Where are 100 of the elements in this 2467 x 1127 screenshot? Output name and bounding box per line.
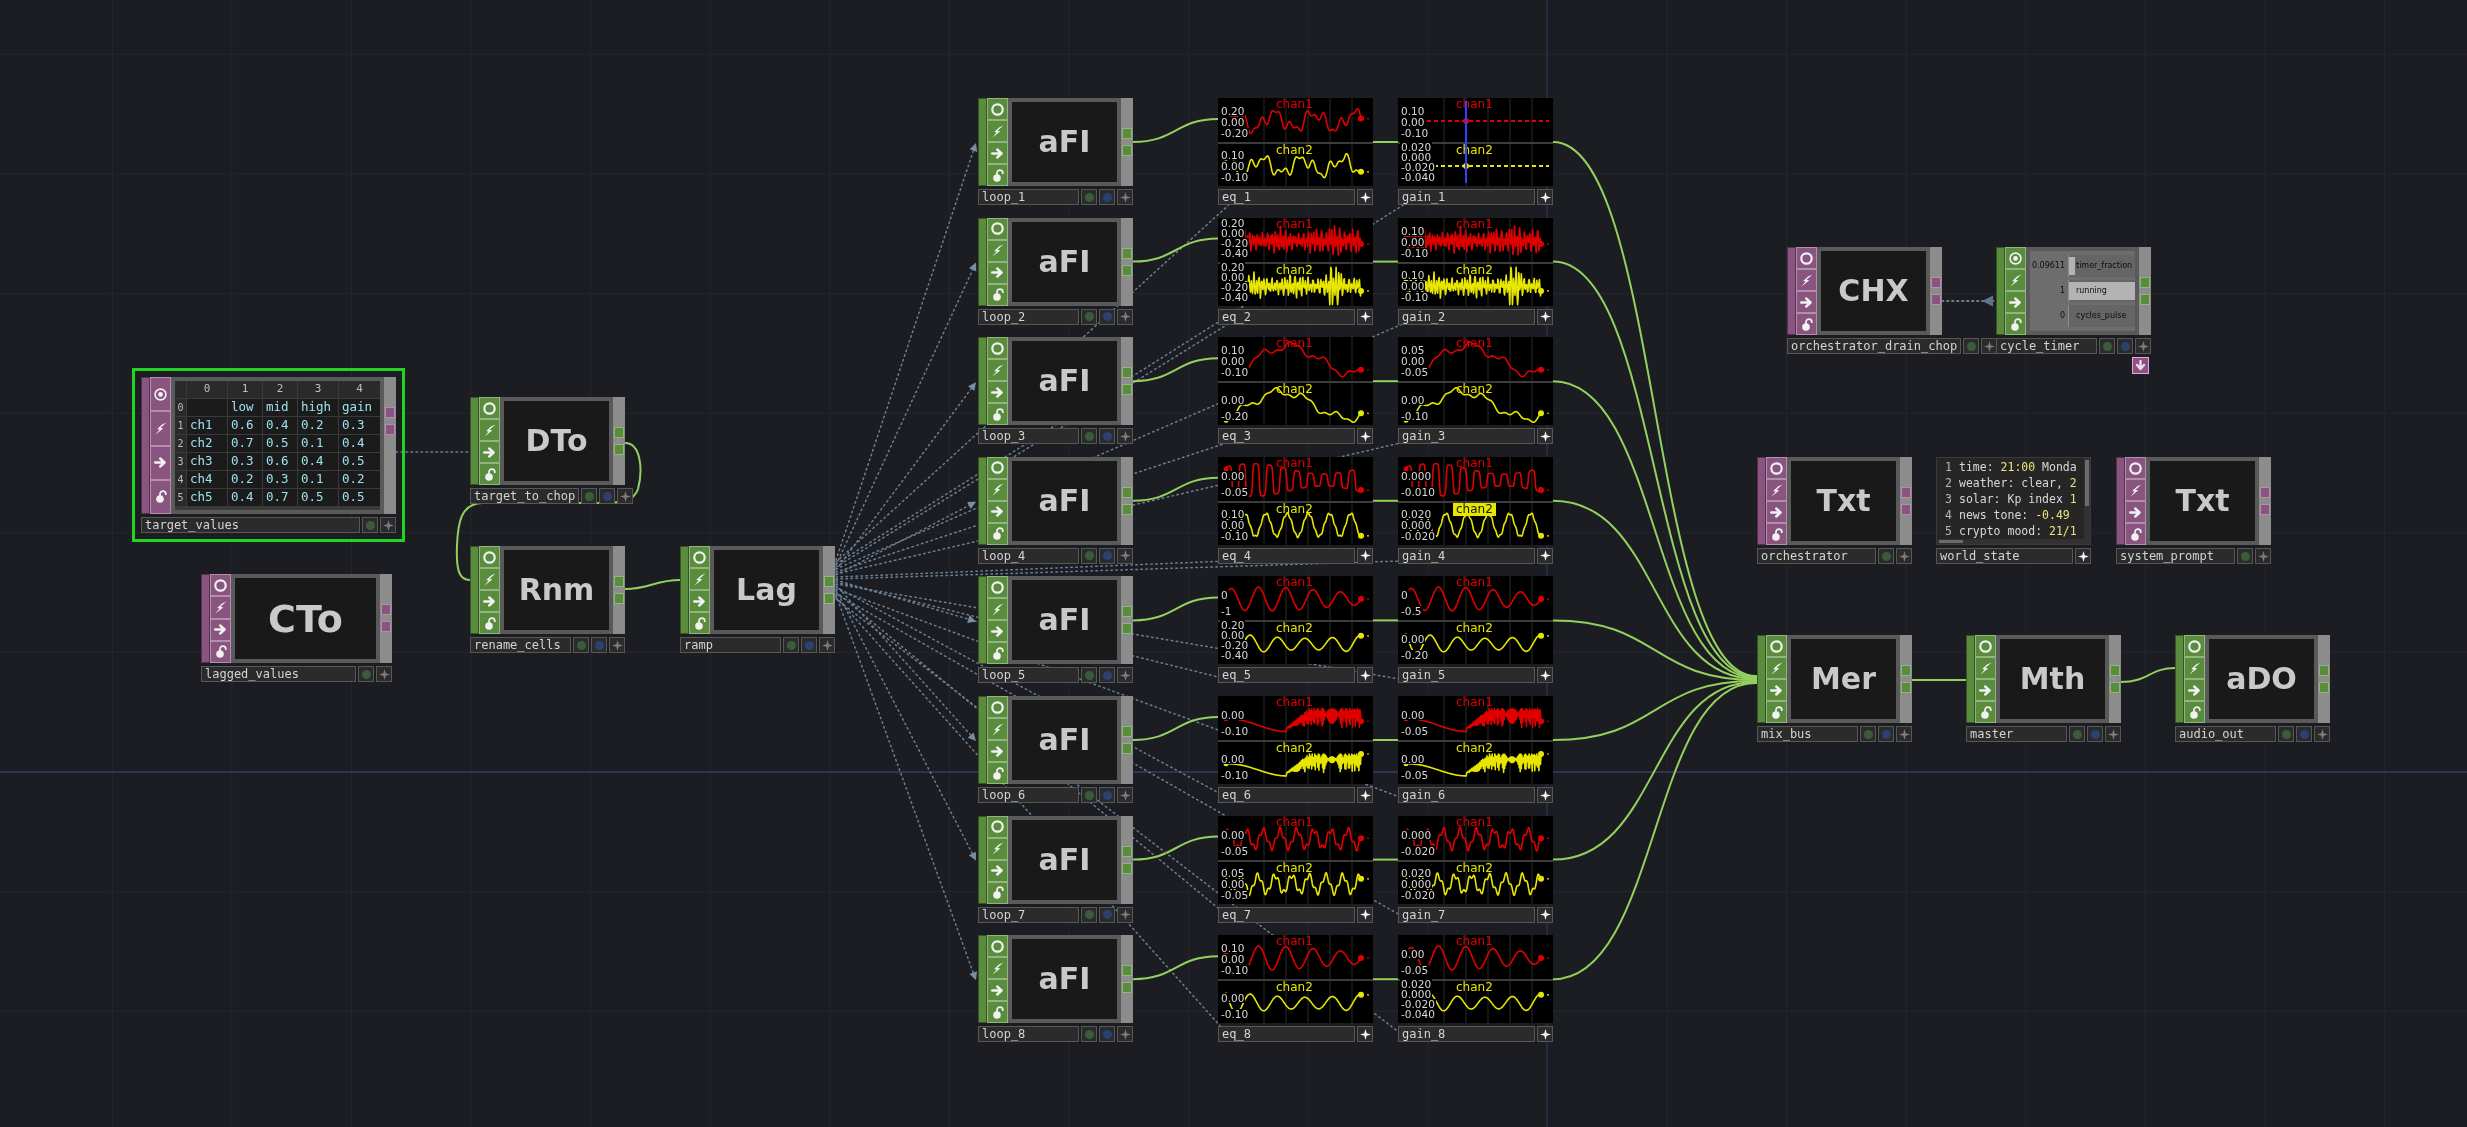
lightning-icon[interactable] bbox=[987, 598, 1008, 621]
flag-button[interactable] bbox=[1878, 548, 1894, 564]
viewer-button[interactable] bbox=[1357, 308, 1373, 325]
ring-icon[interactable] bbox=[987, 815, 1008, 838]
flag-button[interactable] bbox=[2296, 726, 2312, 742]
output-connector[interactable] bbox=[1122, 367, 1132, 379]
lightning-icon[interactable] bbox=[1766, 657, 1787, 679]
viewer-button[interactable] bbox=[1357, 1026, 1373, 1043]
input-connector[interactable] bbox=[1757, 635, 1766, 723]
viewer-button[interactable] bbox=[1537, 308, 1553, 325]
input-connector[interactable] bbox=[141, 377, 150, 514]
flag-button[interactable] bbox=[2069, 726, 2085, 742]
viewer-button[interactable] bbox=[1537, 906, 1553, 923]
input-connector[interactable] bbox=[470, 397, 479, 485]
lightning-icon[interactable] bbox=[987, 359, 1008, 382]
output-connector[interactable] bbox=[2260, 504, 2270, 515]
output-connector[interactable] bbox=[1901, 487, 1911, 498]
flag-button[interactable] bbox=[1963, 338, 1980, 354]
input-connector[interactable] bbox=[978, 217, 987, 306]
viewer-button[interactable] bbox=[1357, 547, 1373, 564]
output-connector[interactable] bbox=[1122, 726, 1132, 737]
flag-button[interactable] bbox=[358, 666, 374, 682]
flag-button[interactable] bbox=[1099, 189, 1115, 205]
lightning-icon[interactable] bbox=[1766, 479, 1787, 501]
output-connector[interactable] bbox=[824, 576, 834, 587]
output-connector[interactable] bbox=[1901, 682, 1911, 693]
flag-button[interactable] bbox=[581, 488, 598, 504]
viewer-button[interactable] bbox=[1357, 189, 1373, 205]
flag-button[interactable] bbox=[1099, 787, 1115, 803]
flag-button[interactable] bbox=[1081, 547, 1097, 564]
output-connector[interactable] bbox=[1931, 294, 1941, 305]
output-connector[interactable] bbox=[1931, 277, 1941, 288]
output-connector[interactable] bbox=[1122, 965, 1132, 977]
output-connector[interactable] bbox=[2110, 682, 2120, 693]
horizontal-scrollbar[interactable] bbox=[1937, 539, 2090, 544]
viewer-button[interactable] bbox=[1537, 547, 1553, 564]
padlock-icon[interactable] bbox=[987, 403, 1008, 426]
padlock-icon[interactable] bbox=[987, 642, 1008, 665]
output-connector[interactable] bbox=[1122, 862, 1132, 874]
input-connector[interactable] bbox=[470, 546, 479, 634]
output-connector[interactable] bbox=[614, 576, 624, 587]
input-connector[interactable] bbox=[1996, 247, 2005, 335]
lightning-icon[interactable] bbox=[1975, 657, 1996, 679]
output-connector[interactable] bbox=[1122, 503, 1132, 515]
flag-button[interactable] bbox=[573, 637, 589, 653]
input-connector[interactable] bbox=[978, 815, 987, 904]
flag-button[interactable] bbox=[2087, 726, 2103, 742]
output-connector[interactable] bbox=[1901, 504, 1911, 515]
flag-button[interactable] bbox=[362, 517, 378, 533]
output-connector[interactable] bbox=[2260, 487, 2270, 498]
viewer-button[interactable] bbox=[1357, 906, 1373, 923]
flag-button[interactable] bbox=[1878, 726, 1894, 742]
viewer-button[interactable] bbox=[1357, 428, 1373, 445]
padlock-icon[interactable] bbox=[987, 1001, 1008, 1024]
flag-button[interactable] bbox=[1081, 428, 1097, 445]
input-connector[interactable] bbox=[978, 696, 987, 784]
flag-button[interactable] bbox=[1099, 906, 1115, 923]
viewer-button[interactable] bbox=[1537, 428, 1553, 445]
flag-button[interactable] bbox=[1081, 787, 1097, 803]
output-connector[interactable] bbox=[1122, 743, 1132, 754]
flag-button[interactable] bbox=[1099, 1026, 1115, 1043]
flag-button[interactable] bbox=[1099, 667, 1115, 684]
input-connector[interactable] bbox=[978, 98, 987, 186]
lightning-icon[interactable] bbox=[479, 568, 500, 590]
input-connector[interactable] bbox=[1757, 457, 1766, 545]
lightning-icon[interactable] bbox=[2184, 657, 2205, 679]
output-connector[interactable] bbox=[824, 593, 834, 604]
output-connector[interactable] bbox=[2319, 682, 2329, 693]
output-connector[interactable] bbox=[614, 427, 624, 438]
flag-button[interactable] bbox=[2117, 338, 2133, 354]
lightning-icon[interactable] bbox=[987, 957, 1008, 980]
output-connector[interactable] bbox=[381, 621, 391, 632]
flag-button[interactable] bbox=[1860, 726, 1876, 742]
ring-icon[interactable] bbox=[987, 456, 1008, 479]
lightning-icon[interactable] bbox=[2125, 479, 2146, 501]
output-connector[interactable] bbox=[1122, 606, 1132, 618]
lightning-icon[interactable] bbox=[2005, 269, 2026, 291]
target-icon[interactable] bbox=[2005, 247, 2026, 269]
input-connector[interactable] bbox=[2175, 635, 2184, 723]
output-connector[interactable] bbox=[1901, 665, 1911, 676]
flag-button[interactable] bbox=[2099, 338, 2115, 354]
input-connector[interactable] bbox=[1966, 635, 1975, 723]
lightning-icon[interactable] bbox=[479, 419, 500, 441]
input-connector[interactable] bbox=[1787, 247, 1796, 335]
output-connector[interactable] bbox=[2110, 665, 2120, 676]
down-arrow-icon[interactable] bbox=[2132, 357, 2149, 374]
output-connector[interactable] bbox=[1122, 486, 1132, 498]
viewer-button[interactable] bbox=[1537, 1026, 1553, 1043]
flag-button[interactable] bbox=[591, 637, 607, 653]
flag-button[interactable] bbox=[1081, 189, 1097, 205]
input-connector[interactable] bbox=[978, 935, 987, 1024]
viewer-button[interactable] bbox=[1537, 667, 1553, 684]
input-connector[interactable] bbox=[978, 456, 987, 545]
flag-button[interactable] bbox=[599, 488, 616, 504]
output-connector[interactable] bbox=[1122, 384, 1132, 396]
flag-button[interactable] bbox=[1081, 906, 1097, 923]
ring-icon[interactable] bbox=[987, 217, 1008, 240]
flag-button[interactable] bbox=[1081, 667, 1097, 684]
viewer-button[interactable] bbox=[2075, 548, 2091, 564]
lightning-icon[interactable] bbox=[987, 120, 1008, 142]
